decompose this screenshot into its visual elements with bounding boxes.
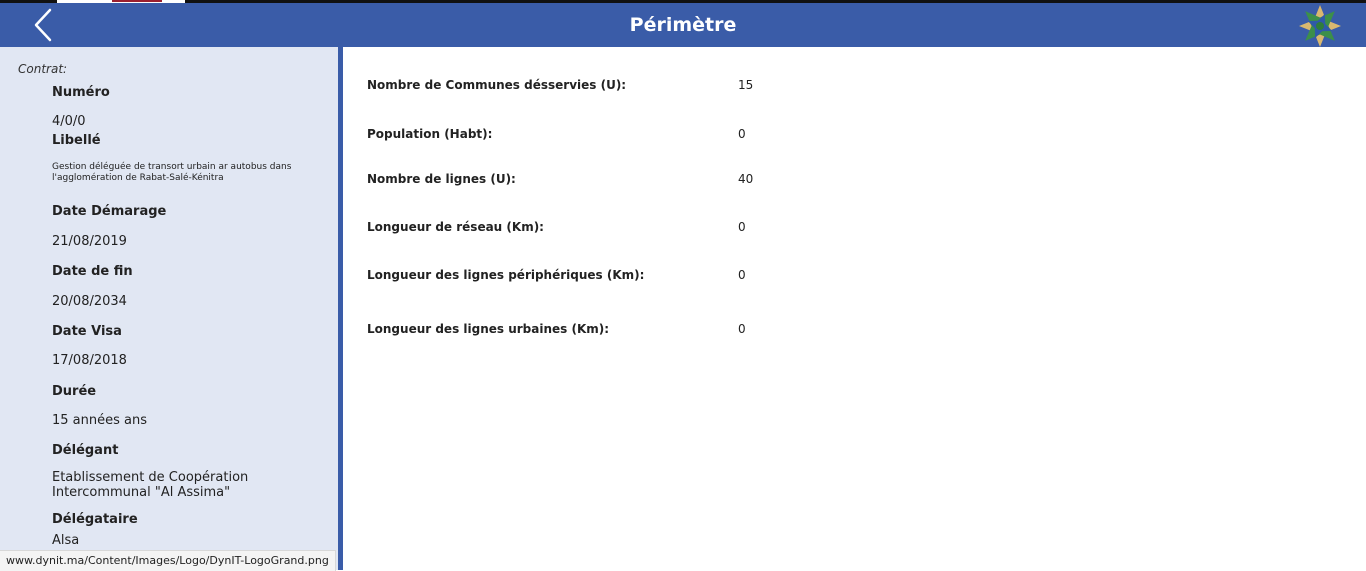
delegant-value: Etablissement de Coopération Intercommun… [52,470,249,500]
page-title: Périmètre [629,14,737,36]
longueur-peripheriques-value: 0 [738,268,746,282]
star-emblem-logo [1296,4,1344,48]
longueur-reseau-label: Longueur de réseau (Km): [367,220,544,234]
lignes-value: 40 [738,172,754,186]
libelle-label: Libellé [52,133,101,148]
communes-label: Nombre de Communes désservies (U): [367,78,627,92]
date-demarage-label: Date Démarage [52,204,167,219]
contract-sidebar: Contrat: Numéro 4/0/0 Libellé Gestion dé… [0,47,338,570]
longueur-urbaines-value: 0 [738,322,746,336]
lignes-label: Nombre de lignes (U): [367,172,516,186]
contract-heading: Contrat: [18,62,68,76]
duree-value: 15 années ans [52,413,147,428]
status-bar-url: www.dynit.ma/Content/Images/Logo/DynIT-L… [0,550,336,571]
longueur-reseau-value: 0 [738,220,746,234]
date-visa-label: Date Visa [52,324,122,339]
duree-label: Durée [52,384,97,399]
app-header: Périmètre [0,3,1366,47]
delegant-label: Délégant [52,443,119,458]
longueur-peripheriques-label: Longueur des lignes périphériques (Km): [367,268,645,282]
date-visa-value: 17/08/2018 [52,353,127,368]
population-label: Population (Habt): [367,127,493,141]
delegataire-label: Délégataire [52,512,138,527]
numero-value: 4/0/0 [52,114,86,129]
date-demarage-value: 21/08/2019 [52,234,127,249]
communes-value: 15 [738,78,754,92]
delegataire-value: Alsa [52,533,80,548]
numero-label: Numéro [52,85,110,100]
population-value: 0 [738,127,746,141]
perimetre-panel: Nombre de Communes désservies (U): 15 Po… [343,47,1366,570]
date-fin-value: 20/08/2034 [52,294,127,309]
top-strip-accent [112,0,162,2]
date-fin-label: Date de fin [52,264,133,279]
longueur-urbaines-label: Longueur des lignes urbaines (Km): [367,322,610,336]
libelle-value: Gestion déléguée de transort urbain ar a… [52,162,292,183]
